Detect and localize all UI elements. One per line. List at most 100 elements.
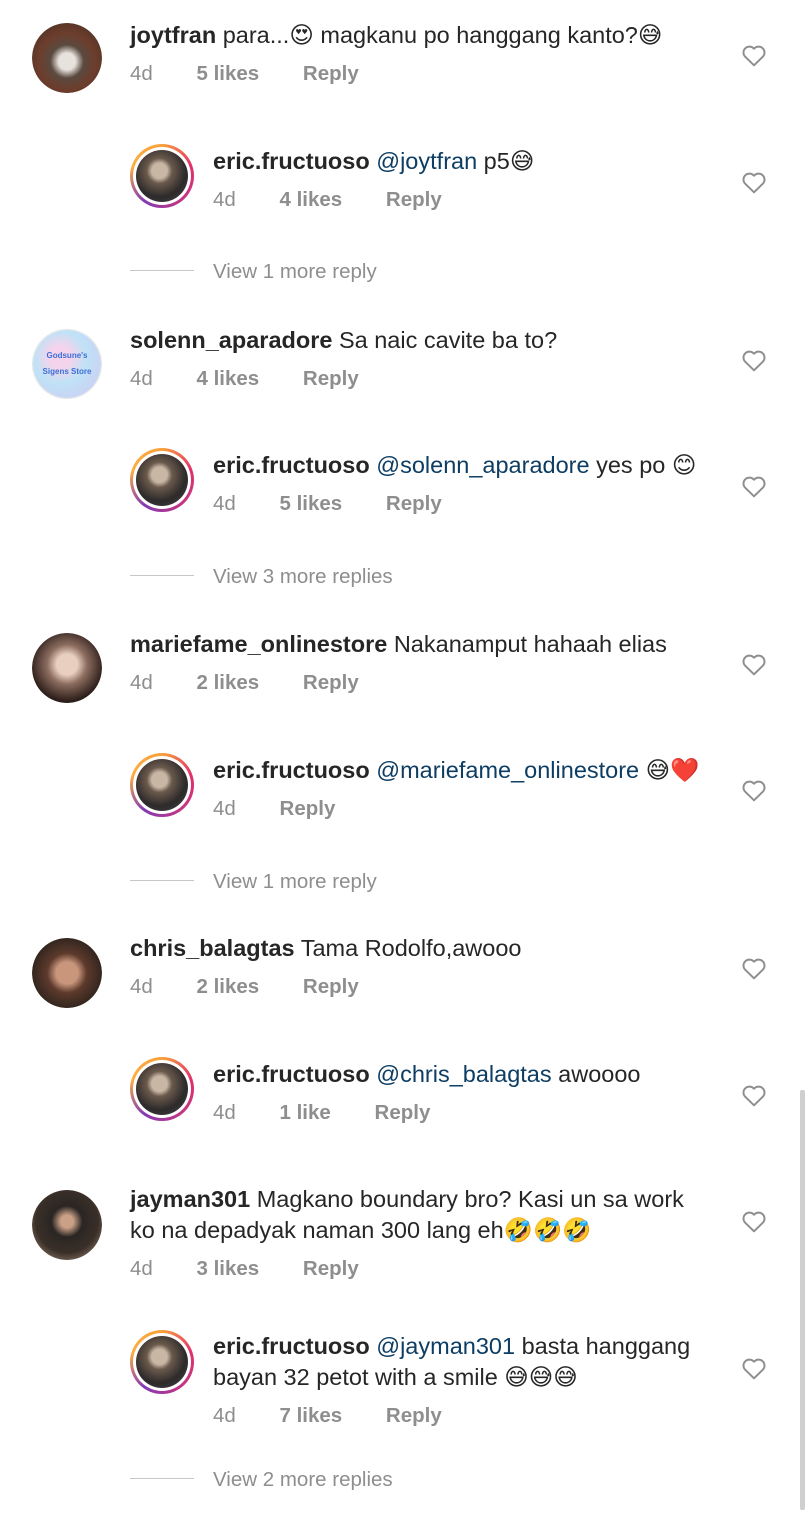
heart-outline-icon[interactable] — [741, 652, 767, 676]
avatar[interactable] — [32, 1190, 102, 1260]
reply-button[interactable]: Reply — [303, 671, 359, 694]
mention-link[interactable]: @chris_balagtas — [376, 1061, 551, 1087]
view-more-replies-button[interactable]: View 2 more replies — [213, 1468, 393, 1492]
avatar[interactable] — [130, 1330, 194, 1394]
avatar[interactable] — [32, 633, 102, 703]
reply-button[interactable]: Reply — [375, 1101, 431, 1124]
heart-outline-icon[interactable] — [741, 1356, 767, 1380]
likes-count[interactable]: 3 likes — [197, 1257, 260, 1280]
divider — [130, 1478, 194, 1479]
reply-body: awoooo — [551, 1061, 641, 1087]
reply-text: eric.fructuoso @jayman301 basta hanggang — [213, 1331, 743, 1362]
scrollbar[interactable] — [800, 1090, 805, 1510]
reply-meta: 4d 4 likes Reply — [213, 188, 442, 212]
avatar[interactable] — [130, 144, 194, 208]
timestamp: 4d — [213, 1404, 236, 1427]
divider — [130, 880, 194, 881]
reply-text-continued: bayan 32 petot with a smile 😅😅😅 — [213, 1364, 578, 1390]
likes-count[interactable]: 4 likes — [197, 367, 260, 390]
timestamp: 4d — [130, 975, 153, 998]
username[interactable]: jayman301 — [130, 1186, 250, 1212]
timestamp: 4d — [213, 492, 236, 515]
heart-outline-icon[interactable] — [741, 170, 767, 194]
likes-count[interactable]: 5 likes — [197, 62, 260, 85]
comments-list: joytfran para...😍 magkanu po hanggang ka… — [0, 0, 809, 1518]
username[interactable]: eric.fructuoso — [213, 1333, 370, 1359]
mention-link[interactable]: @solenn_aparadore — [376, 452, 589, 478]
timestamp: 4d — [130, 62, 153, 85]
heart-outline-icon[interactable] — [741, 43, 767, 67]
heart-outline-icon[interactable] — [741, 1209, 767, 1233]
comment-text: mariefame_onlinestore Nakanamput hahaah … — [130, 629, 730, 660]
likes-count[interactable]: 4 likes — [280, 188, 343, 211]
timestamp: 4d — [130, 367, 153, 390]
username[interactable]: solenn_aparadore — [130, 327, 332, 353]
username[interactable]: eric.fructuoso — [213, 148, 370, 174]
timestamp: 4d — [130, 671, 153, 694]
reply-body: yes po 😊 — [589, 452, 697, 478]
avatar[interactable] — [130, 1057, 194, 1121]
view-more-replies-button[interactable]: View 1 more reply — [213, 870, 377, 894]
avatar[interactable] — [130, 753, 194, 817]
reply-text: eric.fructuoso @chris_balagtas awoooo — [213, 1059, 743, 1090]
avatar-logo-text: Godsune's — [46, 351, 88, 360]
reply-meta: 4d 5 likes Reply — [213, 492, 442, 516]
comment-text: jayman301 Magkano boundary bro? Kasi un … — [130, 1184, 730, 1215]
view-more-replies-button[interactable]: View 3 more replies — [213, 565, 393, 589]
username[interactable]: eric.fructuoso — [213, 452, 370, 478]
heart-outline-icon[interactable] — [741, 474, 767, 498]
likes-count[interactable]: 5 likes — [280, 492, 343, 515]
comment-meta: 4d 2 likes Reply — [130, 975, 359, 999]
reply-text: eric.fructuoso @solenn_aparadore yes po … — [213, 450, 743, 481]
mention-link[interactable]: @joytfran — [376, 148, 477, 174]
reply-button[interactable]: Reply — [386, 492, 442, 515]
username[interactable]: joytfran — [130, 22, 216, 48]
reply-body: basta hanggang — [515, 1333, 691, 1359]
reply-meta: 4d Reply — [213, 797, 335, 821]
heart-outline-icon[interactable] — [741, 956, 767, 980]
username[interactable]: eric.fructuoso — [213, 757, 370, 783]
mention-link[interactable]: @jayman301 — [376, 1333, 515, 1359]
avatar[interactable] — [130, 448, 194, 512]
likes-count[interactable]: 7 likes — [280, 1404, 343, 1427]
comment-body: Sa naic cavite ba to? — [338, 327, 558, 353]
reply-button[interactable]: Reply — [303, 367, 359, 390]
comment-text-continued: ko na depadyak naman 300 lang eh🤣🤣🤣 — [130, 1217, 592, 1243]
comment-body: Tama Rodolfo,awooo — [300, 935, 522, 961]
likes-count[interactable]: 1 like — [280, 1101, 331, 1124]
view-more-replies-button[interactable]: View 1 more reply — [213, 260, 377, 284]
likes-count[interactable]: 2 likes — [197, 671, 260, 694]
likes-count[interactable]: 2 likes — [197, 975, 260, 998]
heart-outline-icon[interactable] — [741, 348, 767, 372]
avatar-logo-text: Sigens Store — [42, 367, 92, 376]
avatar[interactable] — [32, 938, 102, 1008]
comment-body: para...😍 magkanu po hanggang kanto?😅 — [222, 22, 663, 48]
heart-outline-icon[interactable] — [741, 1083, 767, 1107]
reply-button[interactable]: Reply — [386, 1404, 442, 1427]
username[interactable]: mariefame_onlinestore — [130, 631, 387, 657]
reply-button[interactable]: Reply — [280, 797, 336, 820]
avatar[interactable]: Godsune's Sigens Store — [32, 329, 102, 399]
reply-text: eric.fructuoso @joytfran p5😅 — [213, 146, 743, 177]
username[interactable]: chris_balagtas — [130, 935, 295, 961]
reply-button[interactable]: Reply — [303, 62, 359, 85]
comment-meta: 4d 4 likes Reply — [130, 367, 359, 391]
comment-body: Magkano boundary bro? Kasi un sa work — [256, 1186, 684, 1212]
reply-button[interactable]: Reply — [303, 975, 359, 998]
reply-meta: 4d 1 like Reply — [213, 1101, 430, 1125]
avatar[interactable] — [32, 23, 102, 93]
timestamp: 4d — [213, 1101, 236, 1124]
timestamp: 4d — [213, 797, 236, 820]
divider — [130, 270, 194, 271]
timestamp: 4d — [130, 1257, 153, 1280]
reply-body: 😅❤️ — [639, 757, 700, 783]
comment-text: solenn_aparadore Sa naic cavite ba to? — [130, 325, 730, 356]
mention-link[interactable]: @mariefame_onlinestore — [376, 757, 639, 783]
reply-button[interactable]: Reply — [386, 188, 442, 211]
comment-text: chris_balagtas Tama Rodolfo,awooo — [130, 933, 730, 964]
reply-button[interactable]: Reply — [303, 1257, 359, 1280]
username[interactable]: eric.fructuoso — [213, 1061, 370, 1087]
heart-outline-icon[interactable] — [741, 778, 767, 802]
comment-meta: 4d 3 likes Reply — [130, 1257, 359, 1281]
reply-text: eric.fructuoso @mariefame_onlinestore 😅❤… — [213, 755, 743, 786]
